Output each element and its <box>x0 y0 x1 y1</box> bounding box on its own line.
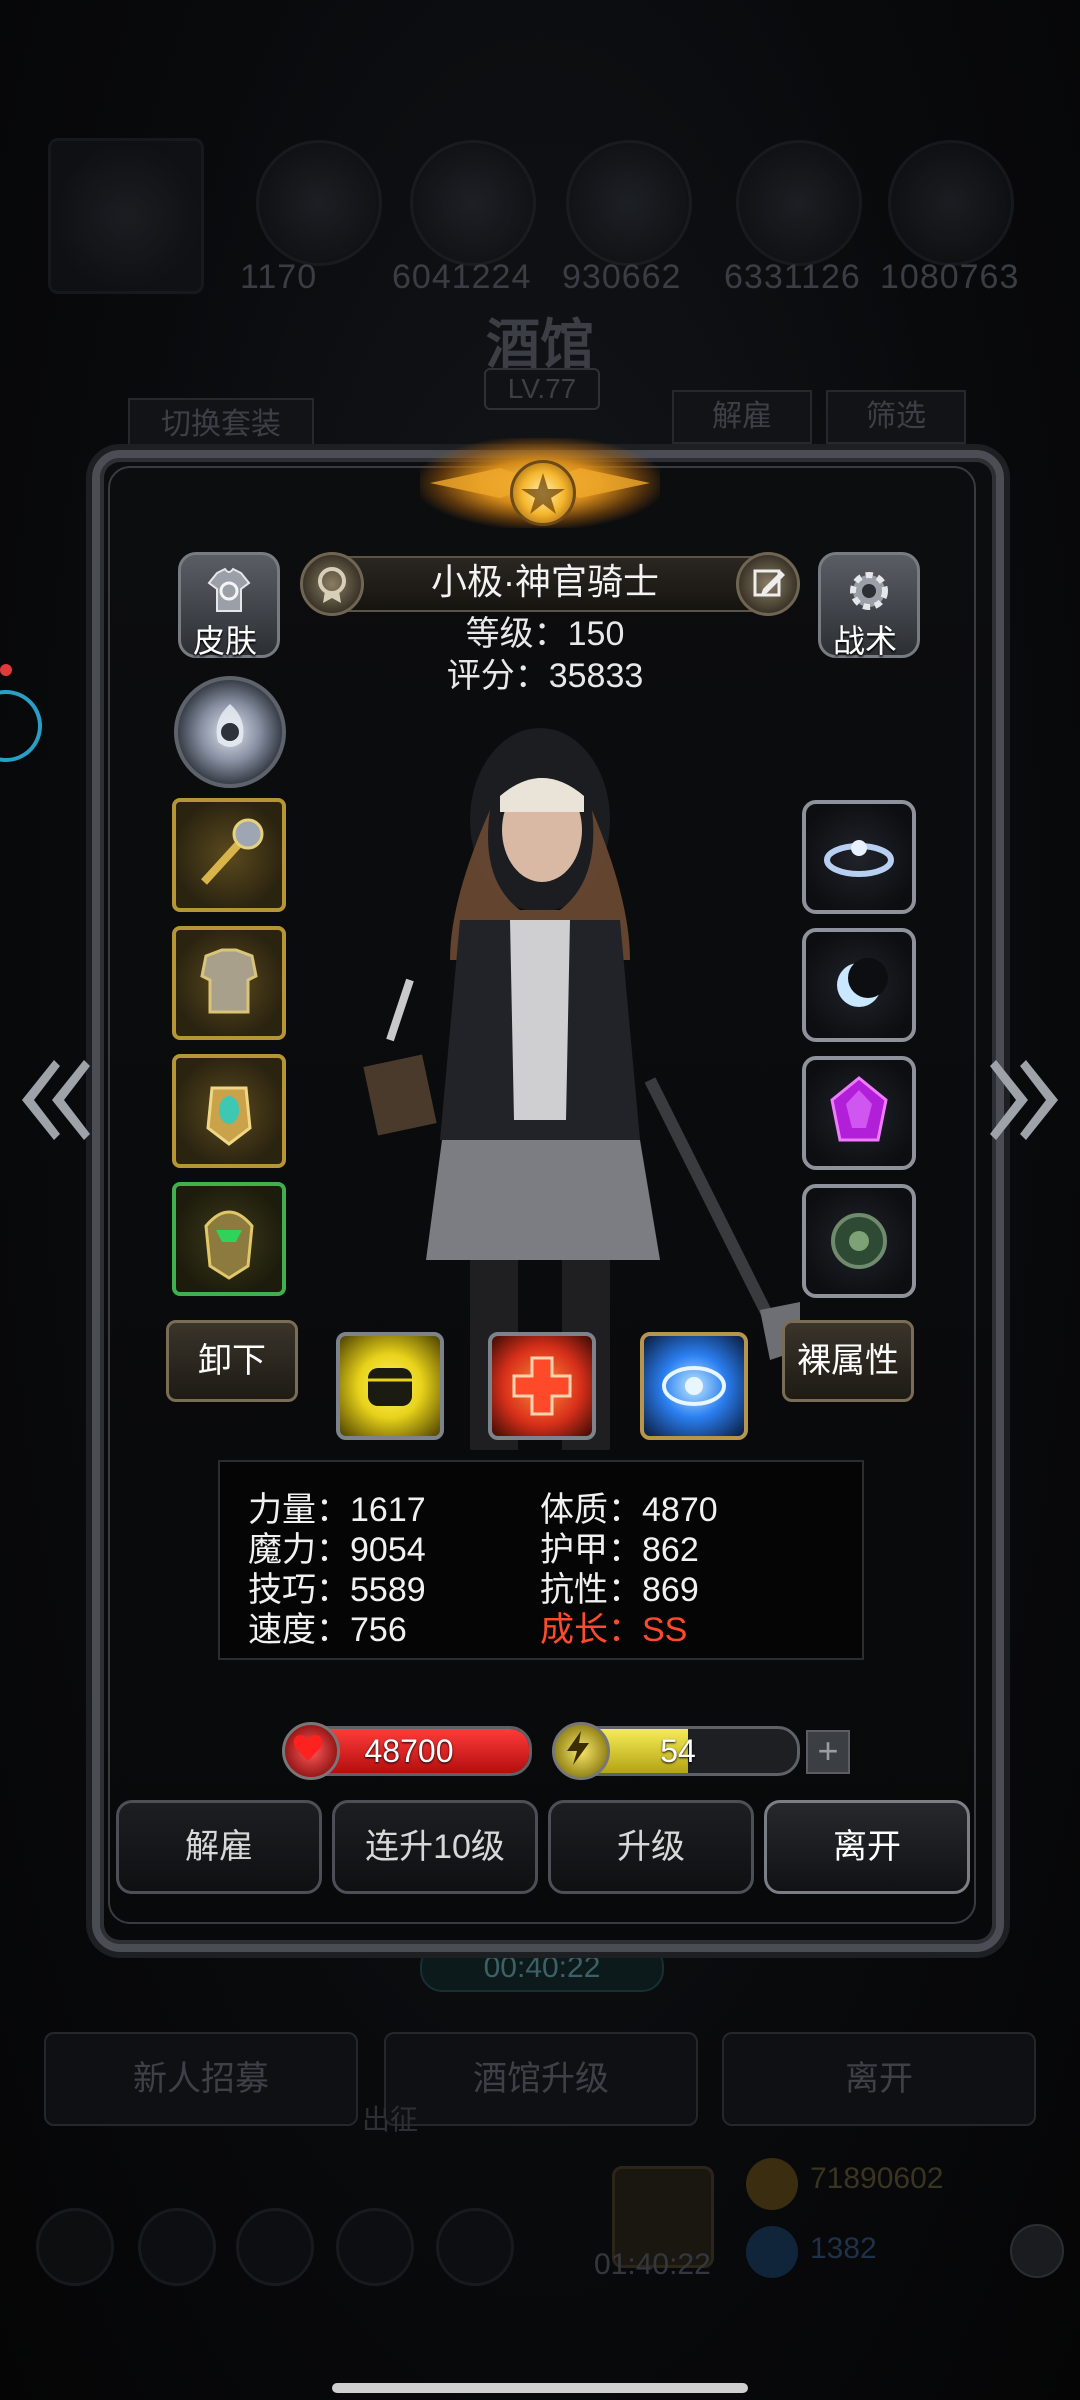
heal-cross-skill-icon <box>512 1356 572 1416</box>
bg-gem-icon <box>746 2226 798 2278</box>
hero-score: 评分：35833 <box>446 657 644 695</box>
bg-recruit-button: 新人招募 <box>44 2032 358 2126</box>
skill-slot-3[interactable] <box>640 1332 748 1440</box>
upgrade-button[interactable]: 升级 <box>548 1800 754 1894</box>
next-hero-arrow[interactable] <box>986 1050 1066 1150</box>
heart-icon <box>282 1722 340 1780</box>
green-orb-icon <box>831 1213 887 1269</box>
stat-growth: 成长：SS <box>540 1611 688 1649</box>
orb-slot[interactable] <box>802 1184 916 1298</box>
bg-gold-amount: 71890602 <box>810 2162 944 2195</box>
previous-hero-arrow[interactable] <box>14 1050 94 1150</box>
bg-resource-icon-1 <box>256 140 382 266</box>
bg-leave-button: 离开 <box>722 2032 1036 2126</box>
skin-label: 皮肤 <box>192 623 257 659</box>
bg-nav-icon-5 <box>436 2208 514 2286</box>
class-emblem-icon[interactable] <box>174 676 286 788</box>
bg-gem-amount: 1382 <box>810 2232 877 2265</box>
ring-slot[interactable] <box>802 928 916 1042</box>
bg-bottom-timer: 01:40:22 <box>594 2248 711 2281</box>
eye-skill-icon <box>662 1366 726 1406</box>
helmet-icon <box>204 1210 254 1280</box>
bg-number-5: 1080763 <box>880 258 1020 296</box>
skill-slot-2[interactable] <box>488 1332 596 1440</box>
bg-tavern-upgrade-button: 酒馆升级 <box>384 2032 698 2126</box>
bg-number-3: 930662 <box>562 258 682 296</box>
accessory-slot[interactable] <box>172 1054 286 1168</box>
naked-attributes-button[interactable]: 裸属性 <box>782 1320 914 1402</box>
bg-number-1: 1170 <box>240 258 318 296</box>
bg-add-icon <box>1010 2224 1064 2278</box>
bg-nav-icon-3 <box>236 2208 314 2286</box>
armor-slot[interactable] <box>172 926 286 1040</box>
stat-speed: 速度：756 <box>248 1611 407 1649</box>
level-up-10-button[interactable]: 连升10级 <box>332 1800 538 1894</box>
dismiss-button[interactable]: 解雇 <box>116 1800 322 1894</box>
bg-nav-icon-2 <box>138 2208 216 2286</box>
bg-resource-icon-3 <box>566 140 692 266</box>
shirt-icon <box>207 567 251 612</box>
bg-hero-portrait <box>48 138 204 294</box>
bg-resource-icon-4 <box>736 140 862 266</box>
gear-icon <box>850 572 888 610</box>
fist-skill-icon <box>368 1368 412 1406</box>
bg-resource-icon-2 <box>410 140 536 266</box>
add-energy-button[interactable]: + <box>806 1730 850 1774</box>
bg-number-2: 6041224 <box>392 258 532 296</box>
bg-resource-icon-5 <box>888 140 1014 266</box>
tactics-label: 战术 <box>832 623 897 659</box>
bg-nav-icon-1 <box>36 2208 114 2286</box>
system-home-indicator[interactable] <box>332 2383 748 2393</box>
purple-gem-icon <box>830 1076 888 1142</box>
bg-switch-set-button: 切换套装 <box>128 398 314 452</box>
bg-tavern-level: LV.77 <box>484 368 600 410</box>
mace-icon <box>201 818 264 885</box>
emblem-star-icon <box>510 460 576 526</box>
bg-filter-button: 筛选 <box>826 390 966 444</box>
unequip-button[interactable]: 卸下 <box>166 1320 298 1402</box>
hero-name: 小极·神官骑士 <box>431 561 659 602</box>
bg-dismiss-button: 解雇 <box>672 390 812 444</box>
skill-slot-1[interactable] <box>336 1332 444 1440</box>
helmet-slot[interactable] <box>172 1182 286 1296</box>
bg-gold-icon <box>746 2158 798 2210</box>
double-chevron-left-icon <box>22 1060 90 1140</box>
leave-button[interactable]: 离开 <box>764 1800 970 1894</box>
tiara-icon <box>824 840 894 877</box>
bg-out-label: 出征 <box>362 2104 419 2135</box>
bg-number-4: 6331126 <box>724 258 861 296</box>
gem-slot[interactable] <box>802 1056 916 1170</box>
double-chevron-right-icon <box>990 1060 1058 1140</box>
weapon-slot[interactable] <box>172 798 286 912</box>
notification-dot <box>0 664 12 676</box>
armor-icon <box>200 948 258 1014</box>
lightning-icon <box>552 1722 610 1780</box>
amulet-icon <box>206 1086 252 1146</box>
moon-ring-icon <box>837 958 888 1007</box>
bg-nav-icon-4 <box>336 2208 414 2286</box>
head-accessory-slot[interactable] <box>802 800 916 914</box>
